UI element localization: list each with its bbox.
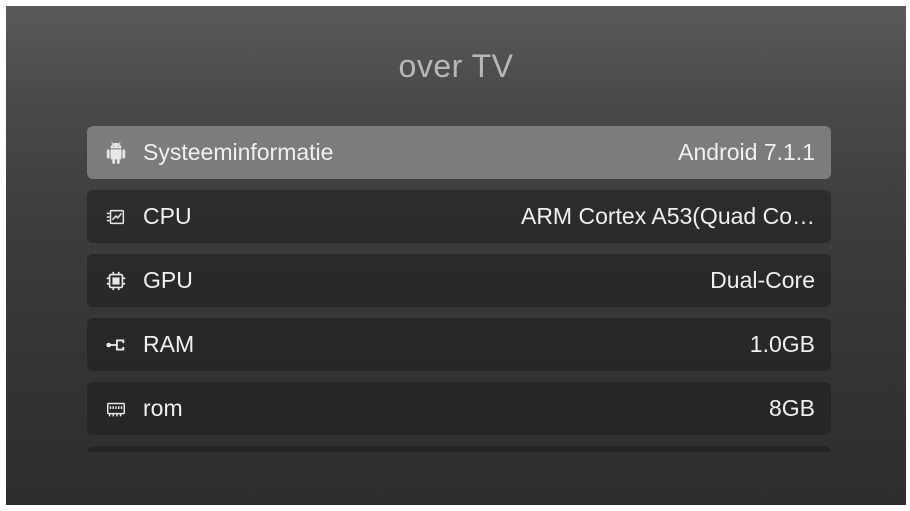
list-item-value: Android 7.1.1 <box>678 139 815 165</box>
cpu-icon <box>105 206 127 228</box>
list-item-next-partial <box>87 446 831 452</box>
list-item-gpu[interactable]: GPU Dual-Core <box>87 254 831 307</box>
list-item-label: rom <box>143 395 183 421</box>
list-item-value: 8GB <box>768 395 815 421</box>
page-title: over TV <box>398 48 514 84</box>
list-item-label: CPU <box>143 203 192 229</box>
list-item-value: Dual-Core <box>710 267 815 293</box>
list-item-label: RAM <box>143 331 195 357</box>
info-list: Systeeminformatie Android 7.1.1 CPU ARM … <box>87 126 831 463</box>
list-item-rom[interactable]: rom 8GB <box>87 382 831 435</box>
list-item-ram[interactable]: RAM 1.0GB <box>87 318 831 371</box>
tv-screen: over TV Systeeminformatie Android 7.1.1 … <box>6 6 906 505</box>
android-icon <box>105 141 127 164</box>
list-item-label: GPU <box>143 267 193 293</box>
list-item-label: Systeeminformatie <box>143 139 334 165</box>
list-item-value: ARM Cortex A53(Quad Co… <box>520 203 815 229</box>
memory-icon <box>105 398 127 420</box>
usb-icon <box>105 334 127 356</box>
list-item-systeeminformatie[interactable]: Systeeminformatie Android 7.1.1 <box>87 126 831 179</box>
chip-icon <box>105 270 127 292</box>
list-item-value: 1.0GB <box>749 331 815 357</box>
list-item-cpu[interactable]: CPU ARM Cortex A53(Quad Co… <box>87 190 831 243</box>
